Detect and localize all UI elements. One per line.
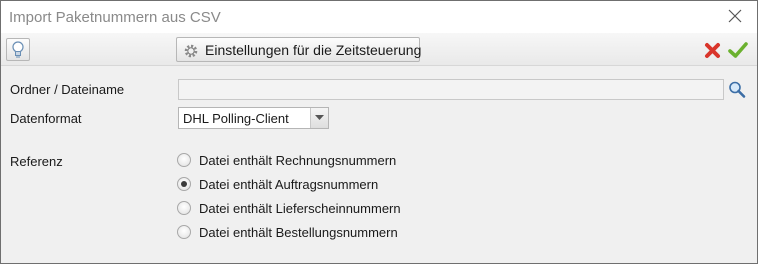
hint-button[interactable] xyxy=(6,38,30,61)
radio-label: Datei enthält Bestellungsnummern xyxy=(199,225,398,240)
radio-button[interactable] xyxy=(177,225,191,239)
radio-label: Datei enthält Lieferscheinnummern xyxy=(199,201,401,216)
gear-icon xyxy=(183,43,199,62)
radio-button[interactable] xyxy=(177,201,191,215)
radio-button[interactable] xyxy=(177,153,191,167)
radio-label: Datei enthält Rechnungsnummern xyxy=(199,153,397,168)
cancel-button[interactable] xyxy=(703,40,723,60)
radio-label: Datei enthält Auftragsnummern xyxy=(199,177,379,192)
radio-dot xyxy=(181,181,187,187)
schedule-settings-label: Einstellungen für die Zeitsteuerung xyxy=(205,42,422,58)
schedule-settings-button[interactable]: Einstellungen für die Zeitsteuerung xyxy=(176,37,422,62)
format-selected-value: DHL Polling-Client xyxy=(183,111,289,126)
chevron-down-icon[interactable] xyxy=(310,108,328,128)
title-bar: Import Paketnummern aus CSV xyxy=(1,1,757,33)
import-dialog: Import Paketnummern aus CSV Einstellunge… xyxy=(0,0,758,264)
path-label: Ordner / Dateiname xyxy=(10,82,125,97)
toolbar: Einstellungen für die Zeitsteuerung xyxy=(1,33,757,66)
window-title: Import Paketnummern aus CSV xyxy=(9,9,221,26)
format-label: Datenformat xyxy=(10,111,82,126)
path-input[interactable] xyxy=(178,79,724,100)
close-icon[interactable] xyxy=(725,6,745,26)
search-icon[interactable] xyxy=(726,79,748,100)
reference-label: Referenz xyxy=(10,154,63,169)
ok-button[interactable] xyxy=(727,39,749,61)
format-select[interactable]: DHL Polling-Client xyxy=(178,107,329,129)
radio-button-selected[interactable] xyxy=(177,177,191,191)
